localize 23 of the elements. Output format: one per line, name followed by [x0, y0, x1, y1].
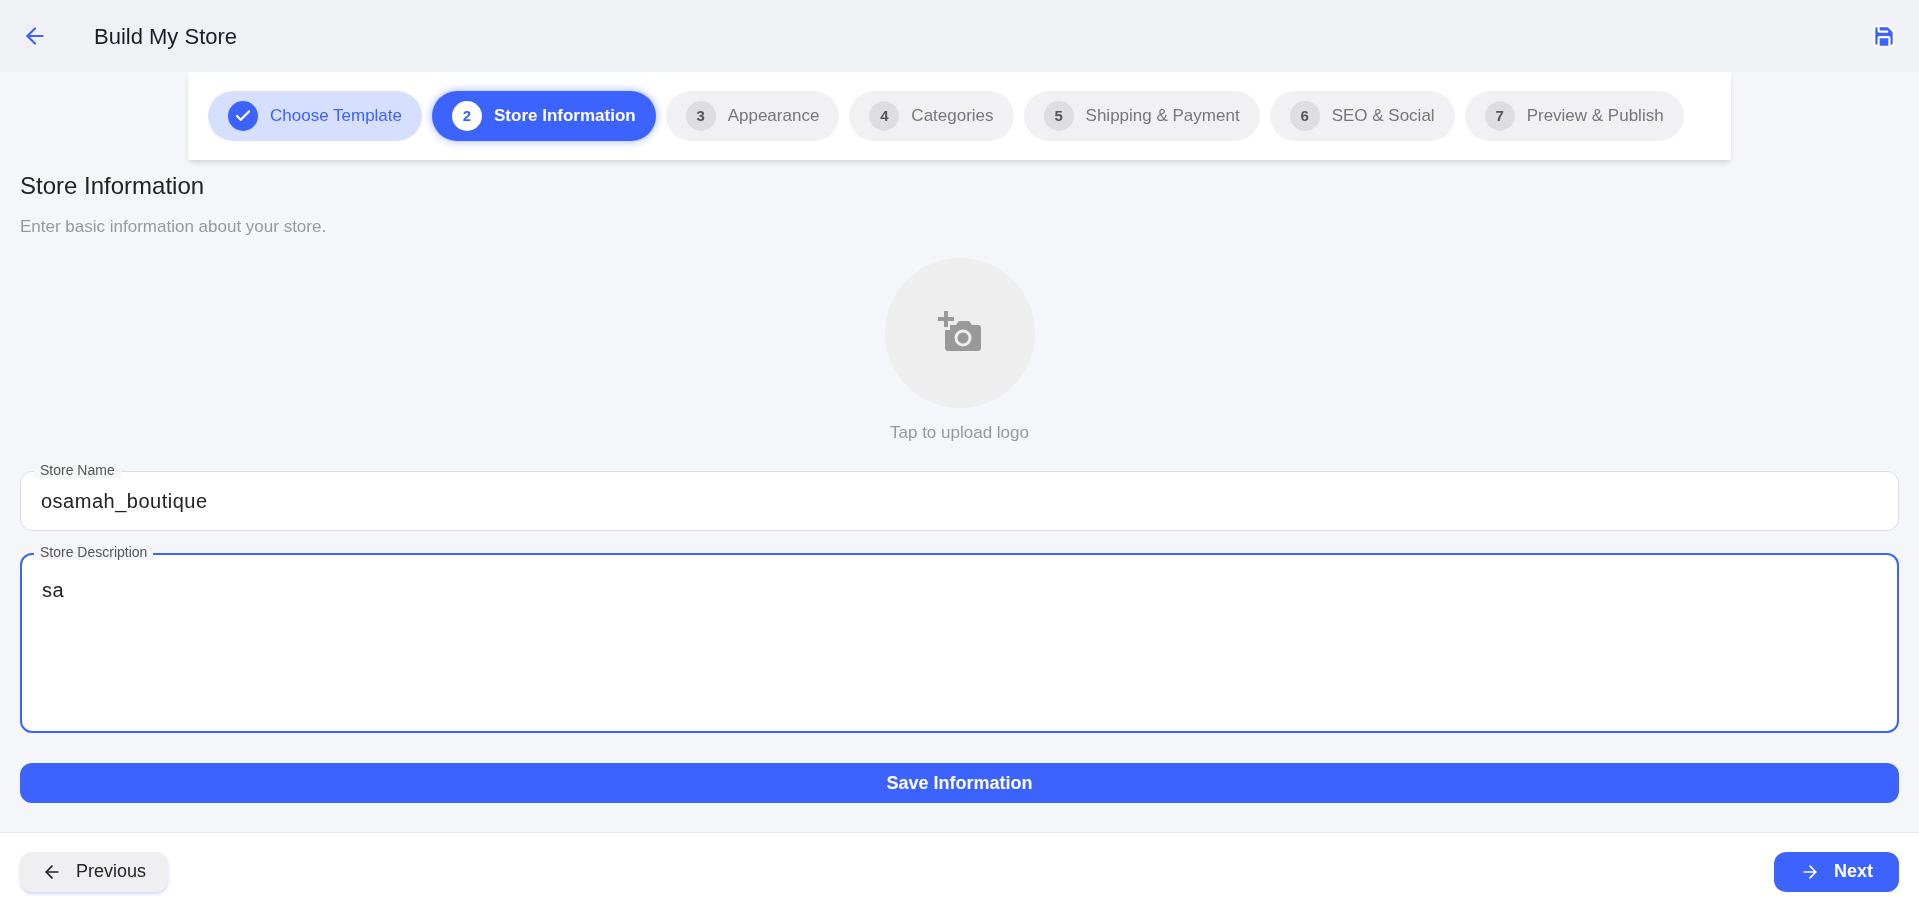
previous-button[interactable]: Previous — [20, 851, 169, 892]
step-number: 6 — [1300, 105, 1309, 126]
step-number: 5 — [1054, 105, 1063, 126]
section-title: Store Information — [20, 171, 206, 201]
step-tab[interactable]: 4 Categories — [849, 91, 1014, 141]
step-tab[interactable]: 3 Appearance — [665, 91, 840, 141]
step-tab[interactable]: 5 Shipping & Payment — [1023, 91, 1260, 141]
step-tab[interactable]: 7 Preview & Publish — [1464, 91, 1684, 141]
field-label: Store Name — [34, 462, 121, 478]
save-information-button[interactable]: Save Information — [20, 763, 1899, 803]
step-number: 3 — [696, 105, 705, 126]
upload-caption: Tap to upload logo — [890, 421, 1029, 444]
save-icon[interactable] — [1871, 23, 1897, 49]
step-number: 4 — [880, 105, 889, 126]
section-subtitle: Enter basic information about your store. — [20, 216, 328, 238]
field-label: Store Description — [34, 544, 154, 560]
step-tab[interactable]: 6 SEO & Social — [1269, 91, 1455, 141]
step-number: 2 — [462, 105, 472, 126]
step-tab[interactable]: 2 Store Information — [432, 91, 656, 141]
step-tab[interactable]: Choose Template — [208, 91, 422, 141]
page-title: Build My Store — [94, 22, 238, 51]
step-number: 7 — [1495, 105, 1504, 126]
next-button[interactable]: Next — [1774, 851, 1899, 892]
